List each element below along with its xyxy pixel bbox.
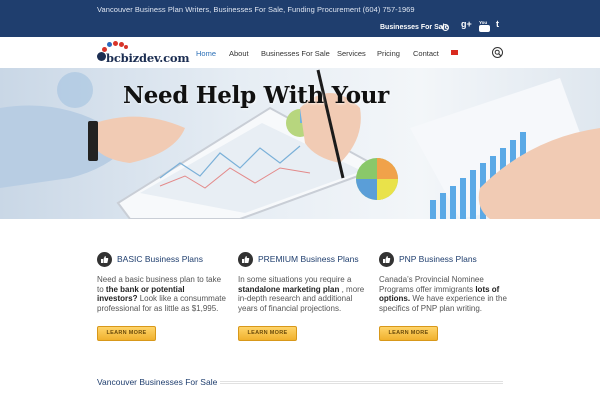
card-title: BASIC Business Plans [117,254,203,264]
main-navbar: bcbizdev.com Home About Businesses For S… [0,37,600,68]
chinese-flag-icon[interactable] [451,50,458,55]
hero-headline: Need Help With Your [123,82,389,109]
hero-banner: Need Help With Your [0,68,600,219]
site-logo[interactable]: bcbizdev.com [97,41,190,66]
thumbs-up-icon [97,252,112,267]
nav-pricing[interactable]: Pricing [377,49,400,58]
youtube-icon[interactable]: You [479,20,490,32]
logo-dot [107,42,112,47]
card-title: PNP Business Plans [399,254,477,264]
thumbs-up-icon [379,252,394,267]
section-divider [220,381,503,384]
logo-dot [113,41,118,46]
nav-contact[interactable]: Contact [413,49,439,58]
nav-services[interactable]: Services [337,49,366,58]
card-text: Canada’s Provincial Nominee Programs off… [379,275,484,294]
circle-icon[interactable] [442,24,449,31]
google-plus-icon[interactable]: g+ [461,20,472,29]
card-body: In some situations you require a standal… [238,275,368,313]
logo-dot [124,45,128,49]
twitter-icon[interactable]: t [496,20,499,29]
card-body: Need a basic business plan to take to th… [97,275,227,313]
logo-text: bcbizdev.com [106,51,190,65]
nav-home[interactable]: Home [196,49,216,58]
learn-more-button[interactable]: LEARN MORE [97,326,156,341]
top-tagline: Vancouver Business Plan Writers, Busines… [97,5,415,14]
card-title: PREMIUM Business Plans [258,254,359,264]
card-body: Canada’s Provincial Nominee Programs off… [379,275,509,313]
youtube-tube [479,25,490,32]
nav-about[interactable]: About [229,49,249,58]
businesses-for-sale-link[interactable]: Businesses For Sale [380,24,448,31]
thumbs-up-icon [238,252,253,267]
card-text-bold: standalone marketing plan [238,284,340,294]
logo-dot [97,52,106,61]
learn-more-button[interactable]: LEARN MORE [379,326,438,341]
search-icon[interactable] [492,47,503,58]
nav-businesses-for-sale[interactable]: Businesses For Sale [261,49,330,58]
top-bar: Vancouver Business Plan Writers, Busines… [0,0,600,37]
learn-more-button[interactable]: LEARN MORE [238,326,297,341]
section-heading: Vancouver Businesses For Sale [97,377,218,387]
card-text: In some situations you require a [238,275,352,284]
